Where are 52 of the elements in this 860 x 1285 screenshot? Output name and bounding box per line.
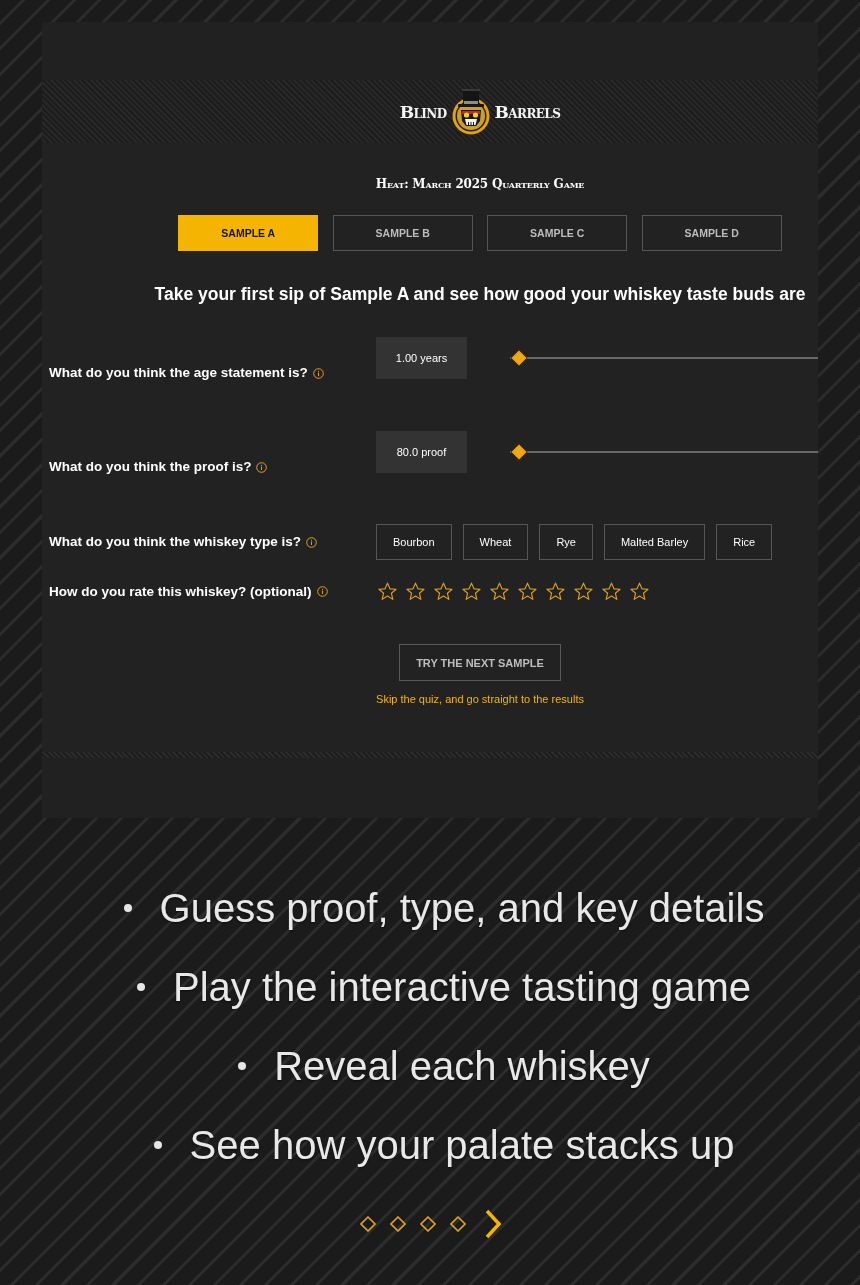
chevron-right-icon[interactable]: [484, 1209, 501, 1239]
type-option[interactable]: Rye: [539, 524, 593, 560]
type-option[interactable]: Wheat: [462, 524, 529, 560]
info-icon[interactable]: [312, 367, 324, 379]
diamond-indicator-icon[interactable]: [389, 1216, 406, 1232]
diamond-indicator-icon[interactable]: [449, 1216, 466, 1232]
question-label: What do you think the proof is?: [49, 459, 252, 475]
next-sample-button[interactable]: TRY THE NEXT SAMPLE: [399, 644, 561, 681]
star-icon[interactable]: [462, 582, 481, 601]
star-icon[interactable]: [546, 582, 565, 601]
slider-thumb[interactable]: [510, 443, 528, 461]
sample-tab[interactable]: SAMPLE C: [487, 215, 628, 251]
star-icon[interactable]: [518, 582, 537, 601]
feature-text: Guess proof, type, and key details: [159, 884, 765, 932]
info-icon[interactable]: [256, 461, 268, 473]
value-readout: 80.0 proof: [376, 431, 467, 473]
intro-text: Take your first sip of Sample A and see how good your whiskey taste buds are: [154, 283, 806, 306]
info-icon[interactable]: [306, 536, 318, 548]
diamond-indicator-icon[interactable]: [419, 1216, 436, 1232]
skip-quiz-link[interactable]: Skip the quiz, and go straight to the results: [376, 692, 584, 706]
star-icon[interactable]: [630, 582, 649, 601]
logo-text: Blind: [399, 100, 447, 123]
type-option[interactable]: Malted Barley: [603, 524, 706, 560]
bullet-icon: [136, 982, 145, 991]
star-icon[interactable]: [406, 582, 425, 601]
bullet-icon: [123, 903, 132, 912]
type-option[interactable]: Rice: [716, 524, 773, 560]
question-label: How do you rate this whiskey? (optional): [49, 583, 312, 600]
feature-text: Reveal each whiskey: [274, 1042, 650, 1090]
bullet-icon: [153, 1140, 162, 1149]
star-icon[interactable]: [378, 582, 397, 601]
type-option[interactable]: Bourbon: [376, 524, 452, 560]
slider-thumb[interactable]: [510, 349, 528, 367]
star-icon[interactable]: [602, 582, 621, 601]
feature-text: Play the interactive tasting game: [172, 963, 752, 1011]
feature-text: See how your palate stacks up: [189, 1121, 735, 1169]
logo-text: Barrels: [494, 100, 561, 123]
star-icon[interactable]: [434, 582, 453, 601]
sample-tab[interactable]: SAMPLE A: [178, 215, 319, 251]
star-icon[interactable]: [490, 582, 509, 601]
question-label: What do you think the age statement is?: [49, 365, 308, 381]
bullet-icon: [238, 1061, 247, 1070]
game-title: Heat: March 2025 Quarterly Game: [375, 176, 585, 193]
star-icon[interactable]: [574, 582, 593, 601]
sample-tab[interactable]: SAMPLE D: [641, 215, 782, 251]
value-readout: 1.00 years: [376, 337, 467, 379]
star-rating[interactable]: [376, 582, 649, 601]
diamond-indicator-icon[interactable]: [359, 1216, 376, 1232]
info-icon[interactable]: [316, 586, 328, 597]
sample-tab[interactable]: SAMPLE B: [332, 215, 473, 251]
question-label: What do you think the whiskey type is?: [49, 534, 302, 550]
skull-top-hat-icon: [450, 87, 491, 136]
